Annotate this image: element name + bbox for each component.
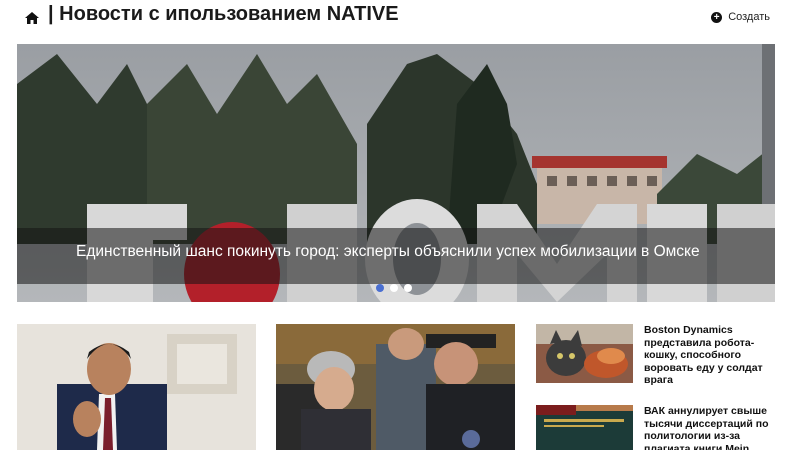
hero-headline[interactable]: Единственный шанс покинуть город: экспер… [76,243,700,261]
news-card-1-image[interactable] [17,324,256,450]
news-card-4-image[interactable] [536,405,633,450]
news-card-4-title[interactable]: ВАК аннулирует свыше тысячи диссертаций … [644,405,789,450]
news-card-2-image[interactable] [276,324,515,450]
page-title: | Новости с ипользованием NATIVE [48,3,399,25]
home-icon[interactable] [24,10,40,26]
slider-dots [376,284,412,292]
create-label: Создать [728,11,770,23]
create-button[interactable]: + Создать [711,11,770,23]
news-card-3-title[interactable]: Boston Dynamics представила робота-кошку… [644,324,784,387]
slider-dot-2[interactable] [390,284,398,292]
hero-slider[interactable]: Единственный шанс покинуть город: экспер… [17,44,775,302]
plus-circle-icon: + [711,11,723,23]
news-card-3-image[interactable] [536,324,633,383]
slider-dot-1[interactable] [376,284,384,292]
page-header: | Новости с ипользованием NATIVE + Созда… [0,0,800,36]
slider-dot-3[interactable] [404,284,412,292]
